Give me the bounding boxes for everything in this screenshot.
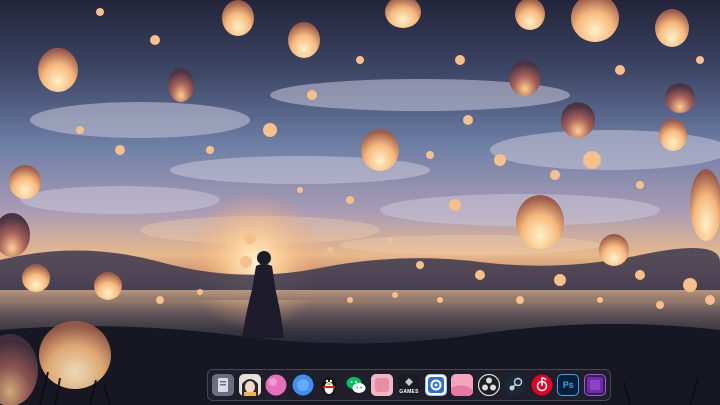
obs-icon [477,374,500,396]
dock-item-steam[interactable] [504,374,526,396]
character-portrait-icon [238,374,261,396]
lantern-night-sky-wallpaper [0,0,720,405]
penguin-icon [322,377,337,395]
dock-item-obs-studio[interactable] [477,374,500,396]
dock-item-games[interactable]: GAMES [397,374,420,396]
dock-item-photoshop[interactable]: Ps [557,374,580,396]
dock-item-purple-app[interactable] [583,374,606,396]
games-label: GAMES [399,388,419,395]
gear-icon [427,377,444,393]
dock-item-blurred-pink-app[interactable] [371,374,394,396]
games-icon [404,377,413,386]
dock-item-settings[interactable] [424,374,447,396]
dock-item-pink-app[interactable] [451,374,474,396]
file-manager-icon [212,374,234,396]
dock-item-pink-circle-app[interactable] [265,374,287,396]
dock-item-blue-app[interactable] [292,374,314,396]
dock-item-wechat[interactable] [345,374,367,396]
dock-item-file-manager[interactable] [212,374,234,396]
netease-music-icon [531,374,553,396]
pink-orb-icon [265,374,287,396]
dock: GAMES Ps [207,369,611,401]
photoshop-icon: Ps [562,380,574,390]
dock-item-anime-character-app[interactable] [238,374,261,396]
desktop: GAMES Ps [0,0,720,405]
pink-square-icon [451,374,474,396]
wechat-icon [346,377,366,393]
purple-square-icon [586,377,603,393]
dock-item-qq[interactable] [318,374,340,396]
steam-icon [504,374,526,396]
blue-app-icon [292,374,314,396]
blurred-app-icon [371,374,394,396]
dock-item-netease-music[interactable] [531,374,553,396]
